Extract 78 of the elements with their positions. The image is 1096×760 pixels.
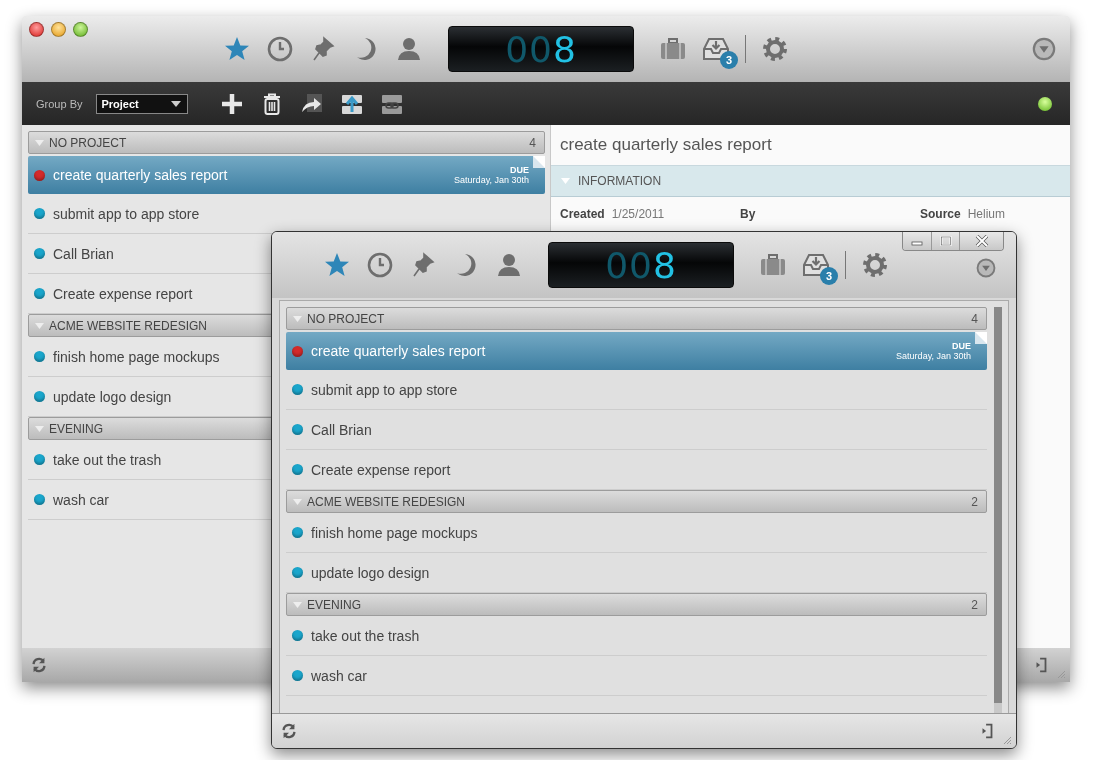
refresh-icon[interactable] (30, 656, 48, 674)
field-value: Helium (967, 207, 1006, 221)
due-label: DUE (952, 341, 971, 351)
count-badge: 3 (820, 267, 838, 285)
group-name: ACME WEBSITE REDESIGN (49, 318, 208, 333)
task-title: update logo design (311, 564, 430, 581)
resize-grip[interactable] (1002, 735, 1012, 745)
task-title: take out the trash (53, 451, 162, 468)
task-title: wash car (53, 491, 110, 508)
resize-grip[interactable] (1056, 669, 1066, 679)
group-header[interactable]: ACME WEBSITE REDESIGN 2 (286, 490, 987, 513)
zoom-button[interactable] (73, 22, 88, 37)
minimize-button[interactable] (51, 22, 66, 37)
task-title: Call Brian (53, 245, 114, 262)
close-icon (974, 235, 989, 247)
task-title: submit app to app store (311, 381, 458, 398)
inbox-icon[interactable] (802, 251, 830, 279)
person-icon[interactable] (495, 251, 523, 279)
task-title: wash car (311, 667, 368, 684)
task-title: update logo design (53, 388, 172, 405)
task-title: Call Brian (311, 421, 372, 438)
maximize-button[interactable] (931, 232, 959, 250)
scrollbar[interactable] (994, 307, 1002, 713)
task-title: Create expense report (53, 285, 193, 302)
group-by-dropdown[interactable]: Project (96, 93, 189, 114)
clock-icon[interactable] (266, 35, 294, 63)
group-name: ACME WEBSITE REDESIGN (307, 494, 466, 509)
inbox-icon[interactable] (702, 35, 730, 63)
settings-icon[interactable] (761, 35, 789, 63)
person-icon[interactable] (395, 35, 423, 63)
group-by-label: Group By (36, 97, 83, 110)
task-title: create quarterly sales report (311, 343, 486, 359)
due-label: DUE (510, 165, 529, 175)
field-value: 1/25/2011 (611, 207, 665, 221)
task-title: submit app to app store (53, 205, 200, 222)
group-count: 4 (529, 135, 536, 150)
group-count: 2 (971, 597, 978, 612)
task-row[interactable]: take out the trash (286, 616, 987, 656)
group-count: 4 (971, 311, 978, 326)
section-header[interactable]: INFORMATION (551, 166, 1070, 197)
task-row[interactable]: wash car (286, 656, 987, 696)
task-title: finish home page mockups (311, 524, 478, 541)
task-row[interactable]: submit app to app store (286, 370, 987, 410)
due-date: Saturday, Jan 30th (896, 351, 971, 361)
task-title: finish home page mockups (53, 348, 220, 365)
group-name: EVENING (307, 597, 361, 612)
task-row[interactable]: create quarterly sales report DUE Saturday, Jan 30th (28, 156, 545, 194)
dropdown-icon[interactable] (1032, 37, 1056, 61)
field-label: Source (920, 207, 961, 221)
group-count: 2 (971, 494, 978, 509)
close-button[interactable] (959, 232, 1003, 250)
task-row[interactable]: create quarterly sales report DUE Saturday, Jan 30th (286, 332, 987, 370)
refresh-icon[interactable] (280, 722, 298, 740)
settings-icon[interactable] (861, 251, 889, 279)
minimize-button[interactable] (903, 232, 931, 250)
counter-display: 008 (448, 26, 634, 72)
group-name: NO PROJECT (307, 311, 385, 326)
field-label: By (740, 207, 756, 221)
task-row[interactable]: finish home page mockups (286, 513, 987, 553)
due-date: Saturday, Jan 30th (454, 175, 529, 185)
maximize-icon (938, 236, 953, 246)
task-title: Create expense report (311, 461, 451, 478)
dropdown-icon[interactable] (976, 258, 996, 278)
group-name: EVENING (49, 421, 103, 436)
group-name: NO PROJECT (49, 135, 127, 150)
count-badge: 3 (720, 51, 738, 69)
add-icon[interactable] (220, 91, 245, 116)
task-title: take out the trash (311, 627, 420, 644)
group-header[interactable]: NO PROJECT 4 (28, 131, 545, 154)
clock-icon[interactable] (366, 251, 394, 279)
group-header[interactable]: NO PROJECT 4 (286, 307, 987, 330)
task-row[interactable]: Call Brian (286, 410, 987, 450)
section-title: INFORMATION (578, 174, 662, 188)
caret-icon (171, 100, 182, 107)
task-title: create quarterly sales report (53, 167, 228, 183)
group-header[interactable]: EVENING 2 (286, 593, 987, 616)
field-label: Created (560, 207, 605, 221)
counter-display: 008 (548, 242, 734, 288)
